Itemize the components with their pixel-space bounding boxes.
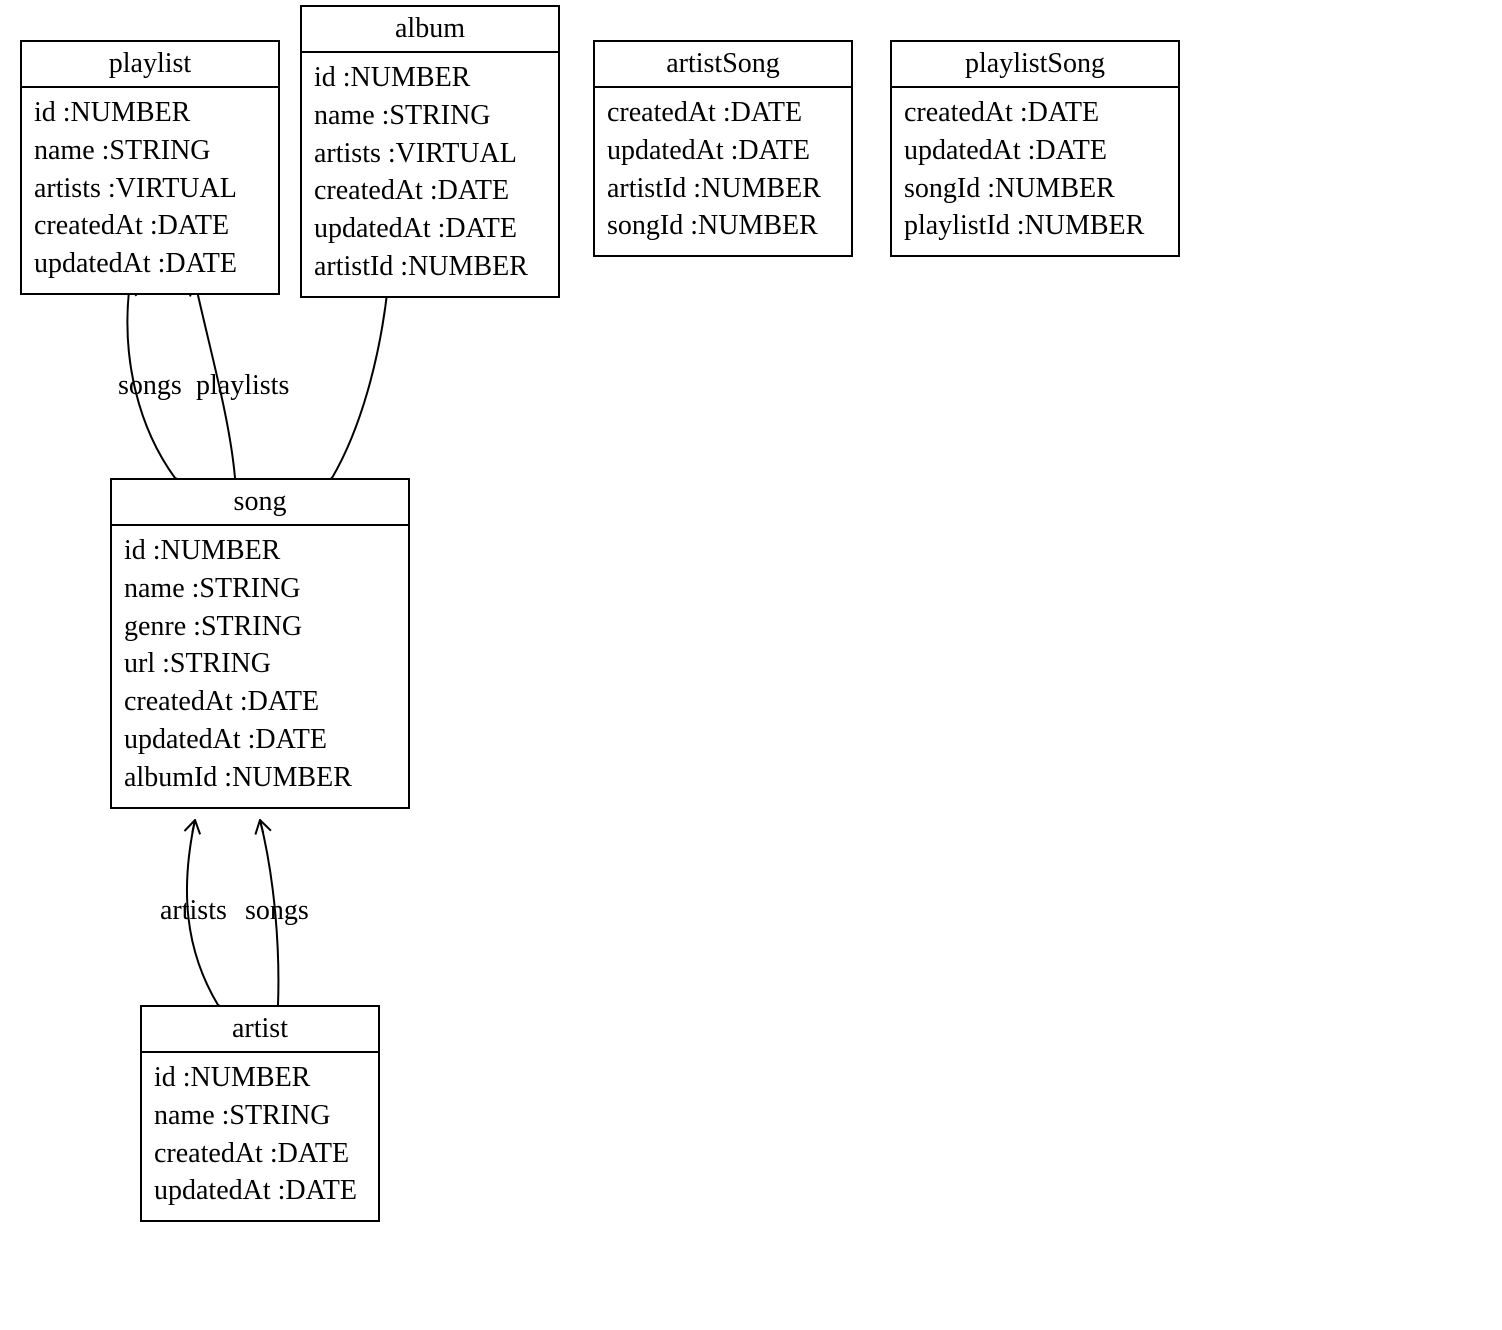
attr: updatedAt :DATE <box>607 132 839 170</box>
attr: name :STRING <box>154 1097 366 1135</box>
attr: artists :VIRTUAL <box>314 135 546 173</box>
attr: albumId :NUMBER <box>124 759 396 797</box>
entity-body: createdAt :DATE updatedAt :DATE artistId… <box>595 88 851 255</box>
entity-title: playlist <box>22 42 278 88</box>
attr: artistId :NUMBER <box>607 170 839 208</box>
label-playlists: playlists <box>196 370 289 402</box>
entity-body: id :NUMBER name :STRING createdAt :DATE … <box>142 1053 378 1220</box>
attr: updatedAt :DATE <box>124 721 396 759</box>
attr: artists :VIRTUAL <box>34 170 266 208</box>
entity-playlist: playlist id :NUMBER name :STRING artists… <box>20 40 280 295</box>
attr: createdAt :DATE <box>904 94 1166 132</box>
entity-body: id :NUMBER name :STRING genre :STRING ur… <box>112 526 408 807</box>
attr: name :STRING <box>314 97 546 135</box>
label-songs: songs <box>118 370 182 402</box>
entity-song: song id :NUMBER name :STRING genre :STRI… <box>110 478 410 809</box>
entity-album: album id :NUMBER name :STRING artists :V… <box>300 5 560 298</box>
entity-playlistsong: playlistSong createdAt :DATE updatedAt :… <box>890 40 1180 257</box>
entity-title: artistSong <box>595 42 851 88</box>
attr: updatedAt :DATE <box>34 245 266 283</box>
attr: artistId :NUMBER <box>314 248 546 286</box>
attr: id :NUMBER <box>314 59 546 97</box>
attr: createdAt :DATE <box>314 172 546 210</box>
label-songs2: songs <box>245 895 309 927</box>
attr: name :STRING <box>34 132 266 170</box>
attr: id :NUMBER <box>34 94 266 132</box>
attr: url :STRING <box>124 645 396 683</box>
label-artists: artists <box>160 895 227 927</box>
entity-title: playlistSong <box>892 42 1178 88</box>
attr: createdAt :DATE <box>124 683 396 721</box>
attr: updatedAt :DATE <box>314 210 546 248</box>
attr: id :NUMBER <box>154 1059 366 1097</box>
edge-album-song <box>332 285 388 478</box>
entity-artist: artist id :NUMBER name :STRING createdAt… <box>140 1005 380 1222</box>
attr: name :STRING <box>124 570 396 608</box>
attr: createdAt :DATE <box>154 1135 366 1173</box>
entity-body: id :NUMBER name :STRING artists :VIRTUAL… <box>22 88 278 293</box>
entity-title: song <box>112 480 408 526</box>
entity-body: id :NUMBER name :STRING artists :VIRTUAL… <box>302 53 558 296</box>
attr: playlistId :NUMBER <box>904 207 1166 245</box>
attr: genre :STRING <box>124 608 396 646</box>
attr: id :NUMBER <box>124 532 396 570</box>
attr: updatedAt :DATE <box>154 1172 366 1210</box>
entity-title: album <box>302 7 558 53</box>
attr: songId :NUMBER <box>607 207 839 245</box>
attr: songId :NUMBER <box>904 170 1166 208</box>
attr: createdAt :DATE <box>34 207 266 245</box>
entity-title: artist <box>142 1007 378 1053</box>
entity-body: createdAt :DATE updatedAt :DATE songId :… <box>892 88 1178 255</box>
attr: updatedAt :DATE <box>904 132 1166 170</box>
attr: createdAt :DATE <box>607 94 839 132</box>
entity-artistsong: artistSong createdAt :DATE updatedAt :DA… <box>593 40 853 257</box>
